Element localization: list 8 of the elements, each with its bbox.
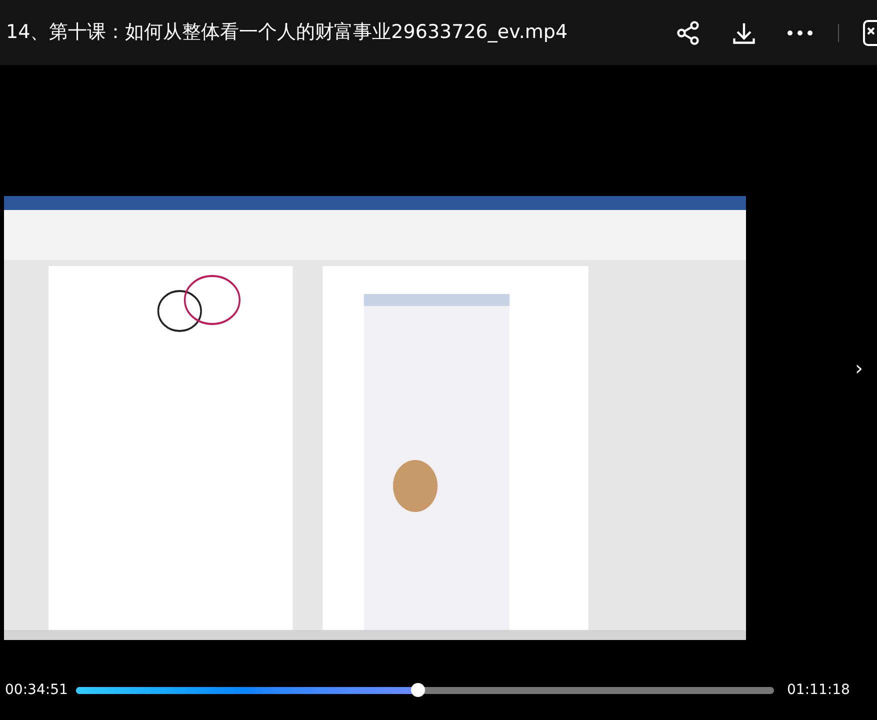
- current-time: 00:34:51: [5, 680, 69, 700]
- progress-thumb[interactable]: [411, 682, 426, 696]
- exit-icon[interactable]: [863, 18, 877, 48]
- share-icon[interactable]: [675, 20, 701, 46]
- window-title: 14、第十课：如何从整体看一个人的财富事业29633726_ev.mp4: [6, 20, 569, 46]
- duration-time: 01:11:18: [787, 680, 850, 700]
- next-button[interactable]: ›: [855, 358, 863, 378]
- more-icon[interactable]: [787, 28, 813, 36]
